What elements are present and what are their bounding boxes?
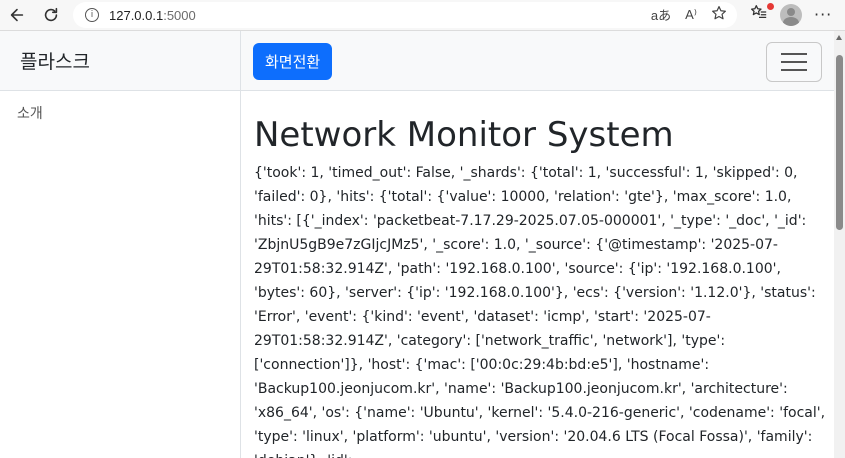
toggle-view-button[interactable]: 화면전환 bbox=[253, 43, 333, 80]
sidebar: 플라스크 소개 bbox=[0, 31, 241, 458]
address-bar[interactable]: i 127.0.0.1:5000 aあ A⁾ bbox=[73, 2, 737, 28]
content-area: Network Monitor System {'took': 1, 'time… bbox=[241, 91, 834, 458]
browser-toolbar: i 127.0.0.1:5000 aあ A⁾ ··· bbox=[0, 0, 845, 31]
back-arrow-icon[interactable] bbox=[6, 4, 28, 26]
response-dump: {'took': 1, 'timed_out': False, '_shards… bbox=[254, 165, 826, 458]
scrollbar[interactable] bbox=[834, 31, 845, 458]
favorites-list-icon[interactable] bbox=[750, 3, 768, 26]
scroll-up-arrow-icon[interactable] bbox=[836, 35, 842, 40]
profile-avatar[interactable] bbox=[780, 3, 802, 26]
top-navbar: 화면전환 bbox=[241, 31, 834, 91]
translate-icon[interactable]: aあ bbox=[651, 5, 671, 24]
url-port: :5000 bbox=[163, 7, 196, 23]
site-info-icon[interactable]: i bbox=[85, 8, 99, 22]
hamburger-menu-icon[interactable] bbox=[766, 42, 822, 82]
read-aloud-icon[interactable]: A⁾ bbox=[685, 7, 697, 23]
scroll-thumb[interactable] bbox=[836, 55, 843, 230]
url-host: 127.0.0.1 bbox=[109, 7, 164, 23]
sidebar-item-intro[interactable]: 소개 bbox=[0, 91, 240, 135]
notification-dot bbox=[767, 3, 774, 10]
reload-icon[interactable] bbox=[40, 4, 62, 26]
favorite-star-icon[interactable] bbox=[711, 5, 727, 24]
more-options-icon[interactable]: ··· bbox=[814, 5, 832, 24]
sidebar-brand[interactable]: 플라스크 bbox=[0, 31, 240, 91]
main-content: 화면전환 Network Monitor System {'took': 1, … bbox=[241, 31, 834, 458]
page-title: Network Monitor System bbox=[254, 115, 674, 155]
